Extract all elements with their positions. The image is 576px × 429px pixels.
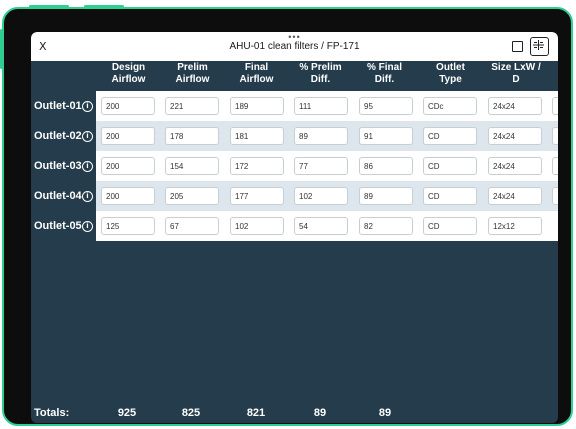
size-field[interactable]: 24x24: [488, 127, 542, 145]
total-final-diff: 89: [378, 407, 392, 419]
table-row: 200 178 181 89 91 CD 24x24: [96, 121, 558, 151]
design-airflow-field[interactable]: 200: [101, 157, 155, 175]
table-row: 200 154 172 77 86 CD 24x24: [96, 151, 558, 181]
outlet-label: Outlet-02: [34, 130, 82, 142]
bezel-button-left: [29, 5, 69, 8]
final-diff-field[interactable]: 89: [359, 187, 413, 205]
outlet-type-field[interactable]: CD: [423, 127, 477, 145]
outlet-label: Outlet-05: [34, 220, 82, 232]
final-diff-field[interactable]: 86: [359, 157, 413, 175]
outlet-type-field[interactable]: CD: [423, 157, 477, 175]
totals-label: Totals:: [34, 407, 70, 419]
outlet-label: Outlet-01: [34, 100, 82, 112]
column-header-outlet-type: Outlet Type: [436, 62, 465, 85]
final-airflow-field[interactable]: 102: [230, 217, 284, 235]
app-screen: X ••• AHU-01 clean filters / FP-171 Desi…: [31, 32, 558, 423]
prelim-diff-field[interactable]: 77: [294, 157, 348, 175]
total-prelim-airflow: 825: [181, 407, 201, 419]
next-column-field[interactable]: [552, 157, 558, 175]
column-header-final-airflow: Final Airflow: [239, 62, 274, 85]
final-diff-field[interactable]: 91: [359, 127, 413, 145]
outlet-label: Outlet-03: [34, 160, 82, 172]
next-column-field[interactable]: [552, 187, 558, 205]
prelim-diff-field[interactable]: 102: [294, 187, 348, 205]
prelim-airflow-field[interactable]: 205: [165, 187, 219, 205]
table-row: 200 205 177 102 89 CD 24x24: [96, 181, 558, 211]
outlet-type-field[interactable]: CD: [423, 217, 477, 235]
title-bar: X ••• AHU-01 clean filters / FP-171: [31, 32, 558, 61]
total-design-airflow: 925: [117, 407, 137, 419]
next-column-field[interactable]: [552, 127, 558, 145]
design-airflow-field[interactable]: 200: [101, 97, 155, 115]
total-prelim-diff: 89: [313, 407, 327, 419]
prelim-airflow-field[interactable]: 178: [165, 127, 219, 145]
square-view-icon[interactable]: [512, 41, 523, 52]
bezel-side-button: [0, 29, 3, 69]
bezel-button-right: [84, 5, 124, 8]
final-airflow-field[interactable]: 172: [230, 157, 284, 175]
info-icon[interactable]: i: [82, 191, 93, 202]
size-field[interactable]: 24x24: [488, 97, 542, 115]
design-airflow-field[interactable]: 200: [101, 187, 155, 205]
info-icon[interactable]: i: [82, 161, 93, 172]
grid-view-icon[interactable]: [530, 37, 549, 56]
design-airflow-field[interactable]: 200: [101, 127, 155, 145]
outlet-table: 200 221 189 111 95 CDc 24x24 200 178 181…: [96, 91, 558, 243]
prelim-diff-field[interactable]: 54: [294, 217, 348, 235]
next-column-field[interactable]: [552, 97, 558, 115]
more-handle-icon[interactable]: •••: [288, 33, 300, 42]
column-header-final-diff: % Final Diff.: [366, 62, 402, 85]
outlet-type-field[interactable]: CDc: [423, 97, 477, 115]
design-airflow-field[interactable]: 125: [101, 217, 155, 235]
outlet-label: Outlet-04: [34, 190, 82, 202]
final-airflow-field[interactable]: 177: [230, 187, 284, 205]
outlet-type-field[interactable]: CD: [423, 187, 477, 205]
prelim-airflow-field[interactable]: 67: [165, 217, 219, 235]
size-field[interactable]: 12x12: [488, 217, 542, 235]
final-airflow-field[interactable]: 189: [230, 97, 284, 115]
tablet-frame: X ••• AHU-01 clean filters / FP-171 Desi…: [0, 5, 573, 426]
table-row: 200 221 189 111 95 CDc 24x24: [96, 91, 558, 121]
size-field[interactable]: 24x24: [488, 157, 542, 175]
column-header-size: Size LxW / D: [491, 62, 541, 85]
size-field[interactable]: 24x24: [488, 187, 542, 205]
info-icon[interactable]: i: [82, 131, 93, 142]
column-header-prelim-airflow: Prelim Airflow: [175, 62, 210, 85]
prelim-airflow-field[interactable]: 221: [165, 97, 219, 115]
info-icon[interactable]: i: [82, 101, 93, 112]
prelim-diff-field[interactable]: 89: [294, 127, 348, 145]
total-final-airflow: 821: [246, 407, 266, 419]
page-title: AHU-01 clean filters / FP-171: [229, 41, 360, 52]
prelim-diff-field[interactable]: 111: [294, 97, 348, 115]
column-header-design-airflow: Design Airflow: [111, 62, 146, 85]
final-diff-field[interactable]: 82: [359, 217, 413, 235]
final-airflow-field[interactable]: 181: [230, 127, 284, 145]
column-header-prelim-diff: % Prelim Diff.: [299, 62, 342, 85]
final-diff-field[interactable]: 95: [359, 97, 413, 115]
prelim-airflow-field[interactable]: 154: [165, 157, 219, 175]
table-row: 125 67 102 54 82 CD 12x12: [96, 211, 558, 241]
info-icon[interactable]: i: [82, 221, 93, 232]
